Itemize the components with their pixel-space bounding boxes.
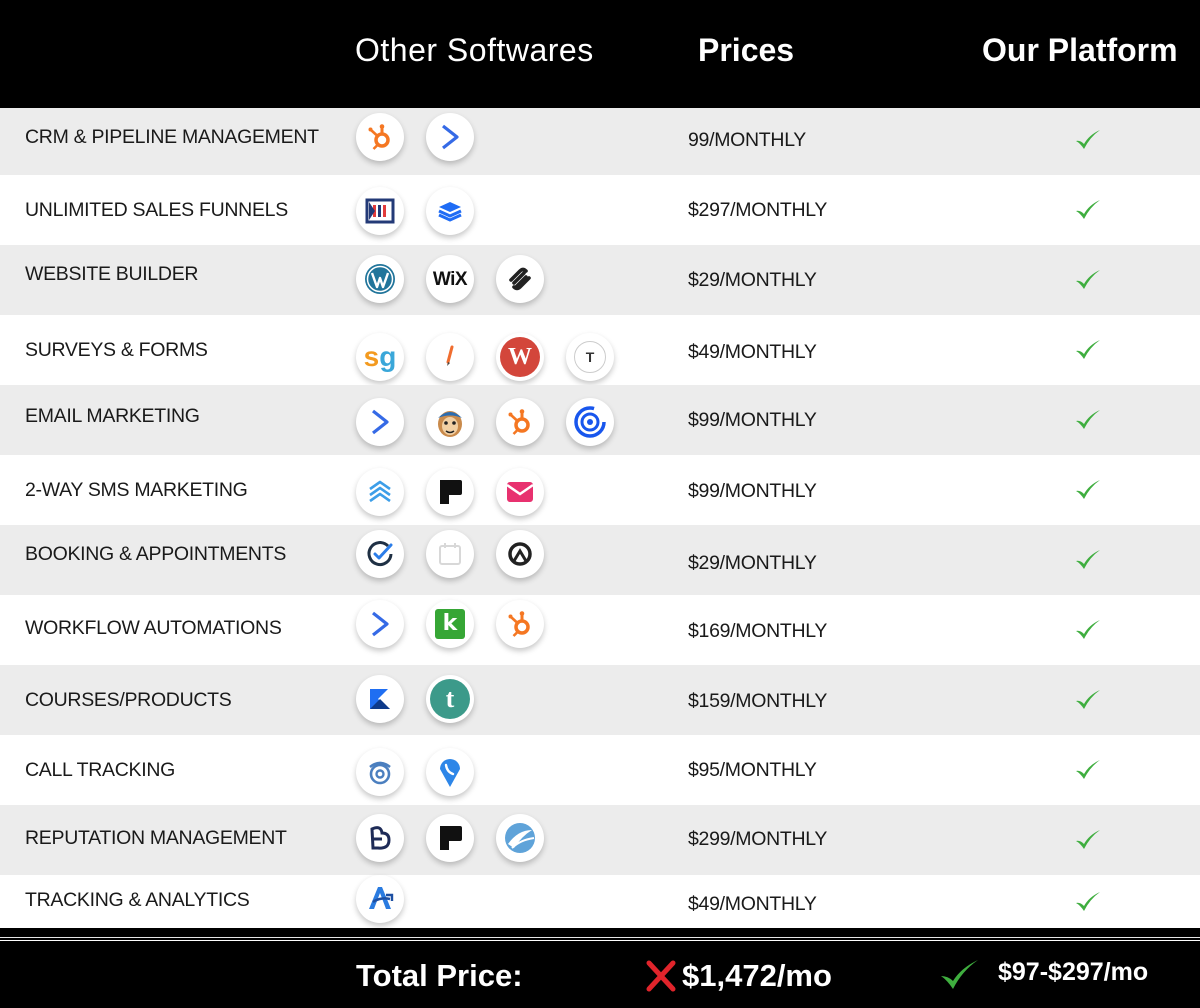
price-value: $169/MONTHLY [688, 620, 828, 642]
price-value: $99/MONTHLY [688, 409, 817, 431]
footer-divider [0, 928, 1200, 940]
table-row: BOOKING & APPOINTMENTS $29/MONTHLY [0, 525, 1200, 595]
table-row: CRM & PIPELINE MANAGEMENT 99/MONTHLY [0, 108, 1200, 175]
table-row: TRACKING & ANALYTICS $49/MONTHLY [0, 875, 1200, 928]
activecampaign-icon [426, 113, 474, 161]
feature-label-surveys-forms: SURVEYS & FORMS [25, 339, 208, 361]
our-platform-price: $97-$297/mo [998, 958, 1149, 986]
feature-label-website-builder: WEBSITE BUILDER [25, 263, 199, 285]
analytics-icon [356, 875, 404, 923]
calendar-icon [426, 530, 474, 578]
check-icon [1076, 760, 1100, 779]
price-value: 99/MONTHLY [688, 129, 806, 151]
feature-label-crm-pipeline-management: CRM & PIPELINE MANAGEMENT [25, 126, 319, 148]
wordpress-icon [356, 255, 404, 303]
check-icon [1076, 690, 1100, 709]
prices-heading: Prices [698, 32, 795, 68]
total-price-label: Total Price: [356, 958, 523, 993]
keap-icon: k [426, 600, 474, 648]
clickfunnels-icon [356, 187, 404, 235]
feature-label-booking-appointments: BOOKING & APPOINTMENTS [25, 543, 287, 565]
other-softwares-heading: Other Softwares [355, 32, 594, 68]
feature-label-unlimited-sales-funnels: UNLIMITED SALES FUNNELS [25, 199, 288, 221]
feature-label-call-tracking: CALL TRACKING [25, 759, 175, 781]
leadpages-icon [426, 187, 474, 235]
check-icon [1076, 620, 1100, 639]
calltrackingmetrics-icon [426, 748, 474, 796]
table-row: WEBSITE BUILDER WiX $29/MONTHLY [0, 245, 1200, 315]
check-icon [1076, 892, 1100, 911]
price-value: $159/MONTHLY [688, 690, 828, 712]
our-platform-heading: Our Platform [982, 32, 1178, 68]
typeform-icon: T [566, 333, 614, 381]
table-header: Other Softwares Prices Our Platform [0, 0, 1200, 108]
podium-icon [426, 814, 474, 862]
birdeye-icon [356, 814, 404, 862]
check-icon [1076, 200, 1100, 219]
activecampaign-icon [356, 600, 404, 648]
squarespace-icon [496, 255, 544, 303]
reputation-icon [496, 814, 544, 862]
check-icon [1076, 410, 1100, 429]
check-icon [1076, 550, 1100, 569]
calendly-icon [356, 530, 404, 578]
teachable-icon: t [426, 675, 474, 723]
price-value: $49/MONTHLY [688, 893, 817, 915]
cross-icon [646, 960, 676, 992]
price-value: $29/MONTHLY [688, 552, 817, 574]
constant-contact-icon [566, 398, 614, 446]
table-row: WORKFLOW AUTOMATIONS k $169/MONTHLY [0, 595, 1200, 665]
feature-label-2-way-sms-marketing: 2-WAY SMS MARKETING [25, 479, 248, 501]
activecampaign-icon [356, 398, 404, 446]
hubspot-icon [496, 600, 544, 648]
price-value: $49/MONTHLY [688, 341, 817, 363]
surveygizmo-icon: sg [356, 333, 404, 381]
wix-icon: WiX [426, 255, 474, 303]
hubspot-icon [496, 398, 544, 446]
table-row: UNLIMITED SALES FUNNELS $297/MONTHLY [0, 175, 1200, 245]
check-icon [1076, 340, 1100, 359]
comparison-table: CRM & PIPELINE MANAGEMENT 99/MONTHLY UNLIM… [0, 108, 1200, 928]
table-row: COURSES/PRODUCTS t $159/MONTHLY [0, 665, 1200, 735]
check-icon [1076, 270, 1100, 289]
price-value: $299/MONTHLY [688, 828, 828, 850]
check-icon [1076, 130, 1100, 149]
hubspot-icon [356, 113, 404, 161]
mailchimp-icon [426, 398, 474, 446]
check-icon [941, 960, 978, 989]
feature-label-tracking-analytics: TRACKING & ANALYTICS [25, 889, 250, 911]
table-row: SURVEYS & FORMS s g W T $49/MONTHLY [0, 315, 1200, 385]
kajabi-icon [356, 675, 404, 723]
feature-label-email-marketing: EMAIL MARKETING [25, 405, 200, 427]
table-row: 2-WAY SMS MARKETING $99/MONTHLY [0, 455, 1200, 525]
table-row: REPUTATION MANAGEMENT $299/MONTHLY [0, 805, 1200, 875]
price-value: $29/MONTHLY [688, 269, 817, 291]
feature-label-reputation-management: REPUTATION MANAGEMENT [25, 827, 287, 849]
total-footer: Total Price: $1,472/mo $97-$297/mo [0, 941, 1200, 1008]
check-icon [1076, 480, 1100, 499]
wufoo-icon: W [496, 333, 544, 381]
callrail-icon [356, 748, 404, 796]
podium-icon [426, 468, 474, 516]
feature-label-courses-products: COURSES/PRODUCTS [25, 689, 232, 711]
simpletexting-icon [496, 468, 544, 516]
check-icon [1076, 830, 1100, 849]
table-row: CALL TRACKING $95/MONTHLY [0, 735, 1200, 805]
acuity-icon [496, 530, 544, 578]
jotform-icon [426, 333, 474, 381]
textmagic-icon [356, 468, 404, 516]
total-other-price: $1,472/mo [682, 958, 832, 993]
table-row: EMAIL MARKETING $99/MONTHLY [0, 385, 1200, 455]
price-value: $95/MONTHLY [688, 759, 817, 781]
price-value: $99/MONTHLY [688, 480, 817, 502]
price-value: $297/MONTHLY [688, 199, 828, 221]
feature-label-workflow-automations: WORKFLOW AUTOMATIONS [25, 617, 282, 639]
